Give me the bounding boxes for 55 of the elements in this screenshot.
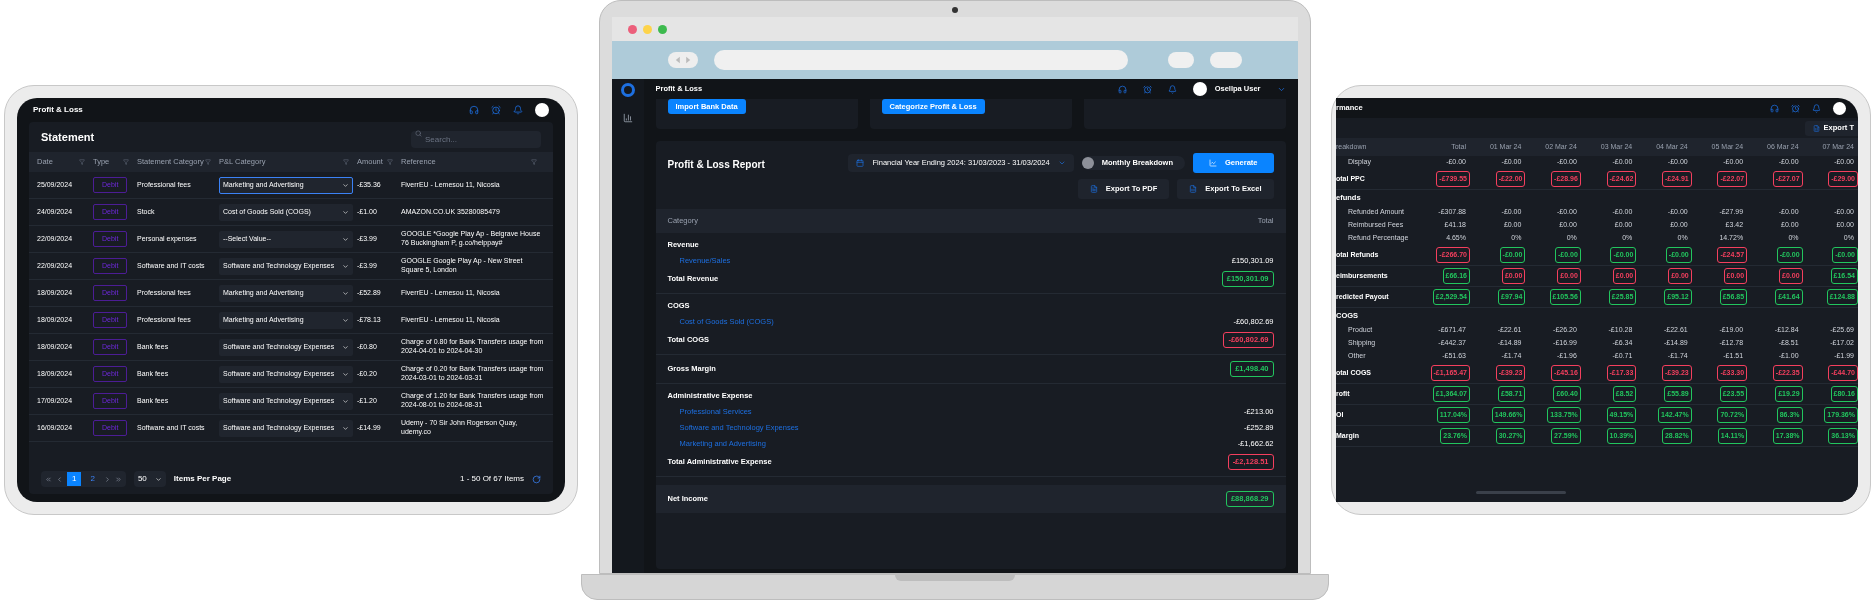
- toolbar-pill[interactable]: [1167, 52, 1194, 68]
- search-field[interactable]: Search...: [411, 131, 541, 148]
- caret-icon: [154, 475, 162, 483]
- filter-icon[interactable]: [343, 159, 349, 165]
- refresh-icon[interactable]: [532, 474, 541, 484]
- headset-icon[interactable]: [469, 105, 479, 115]
- filter-icon[interactable]: [531, 159, 537, 165]
- previous-page-icon[interactable]: [56, 475, 63, 483]
- filter-icon[interactable]: [123, 159, 129, 165]
- page-title: Profit & Loss: [33, 104, 83, 116]
- card-title: Statement: [41, 129, 95, 145]
- toolbar-pill[interactable]: [1209, 52, 1242, 68]
- caret-icon: [342, 181, 349, 189]
- page-size-select[interactable]: 50: [133, 471, 166, 487]
- chart-line-icon: [1208, 159, 1217, 167]
- calendar-icon: [856, 159, 865, 167]
- page-button[interactable]: 1: [67, 472, 82, 486]
- page-button[interactable]: 2: [85, 472, 100, 486]
- filter-icon[interactable]: [79, 159, 85, 165]
- alarm-clock-icon[interactable]: [1142, 84, 1152, 94]
- caret-icon: [342, 397, 349, 405]
- filter-icon[interactable]: [387, 159, 393, 165]
- first-page-icon[interactable]: [45, 475, 52, 483]
- headset-icon[interactable]: [1117, 84, 1127, 94]
- caret-icon: [342, 289, 349, 297]
- caret-icon: [342, 316, 349, 324]
- spreadsheet-icon: [1812, 124, 1820, 132]
- spreadsheet-icon: [1189, 185, 1198, 193]
- caret-icon: [342, 208, 349, 216]
- navigation-arrows-icon[interactable]: [667, 52, 698, 68]
- next-page-icon[interactable]: [103, 475, 111, 483]
- page-size-label: Items Per Page: [173, 473, 232, 485]
- item-count: 1 - 50 Of 67 Items: [459, 473, 524, 485]
- search-icon: [415, 130, 422, 137]
- caret-icon: [342, 370, 349, 378]
- bell-icon[interactable]: [1812, 103, 1821, 113]
- avatar[interactable]: [535, 103, 549, 117]
- alarm-clock-icon[interactable]: [1791, 103, 1800, 113]
- bell-icon[interactable]: [1167, 84, 1177, 94]
- avatar[interactable]: [1833, 101, 1846, 115]
- avatar[interactable]: [1192, 82, 1207, 96]
- document-icon: [1089, 185, 1098, 193]
- caret-icon: [342, 424, 349, 432]
- bell-icon[interactable]: [513, 105, 523, 115]
- caret-icon: [342, 262, 349, 270]
- logo-icon[interactable]: [620, 83, 635, 97]
- headset-icon[interactable]: [1770, 103, 1779, 113]
- last-page-icon[interactable]: [114, 475, 122, 483]
- report-title: Profit & Loss Report: [667, 158, 765, 172]
- chevron-down-icon: [1057, 159, 1066, 167]
- caret-icon: [342, 235, 349, 243]
- alarm-clock-icon[interactable]: [491, 105, 501, 115]
- filter-icon[interactable]: [205, 159, 211, 165]
- caret-icon: [342, 343, 349, 351]
- chart-icon[interactable]: [622, 113, 633, 123]
